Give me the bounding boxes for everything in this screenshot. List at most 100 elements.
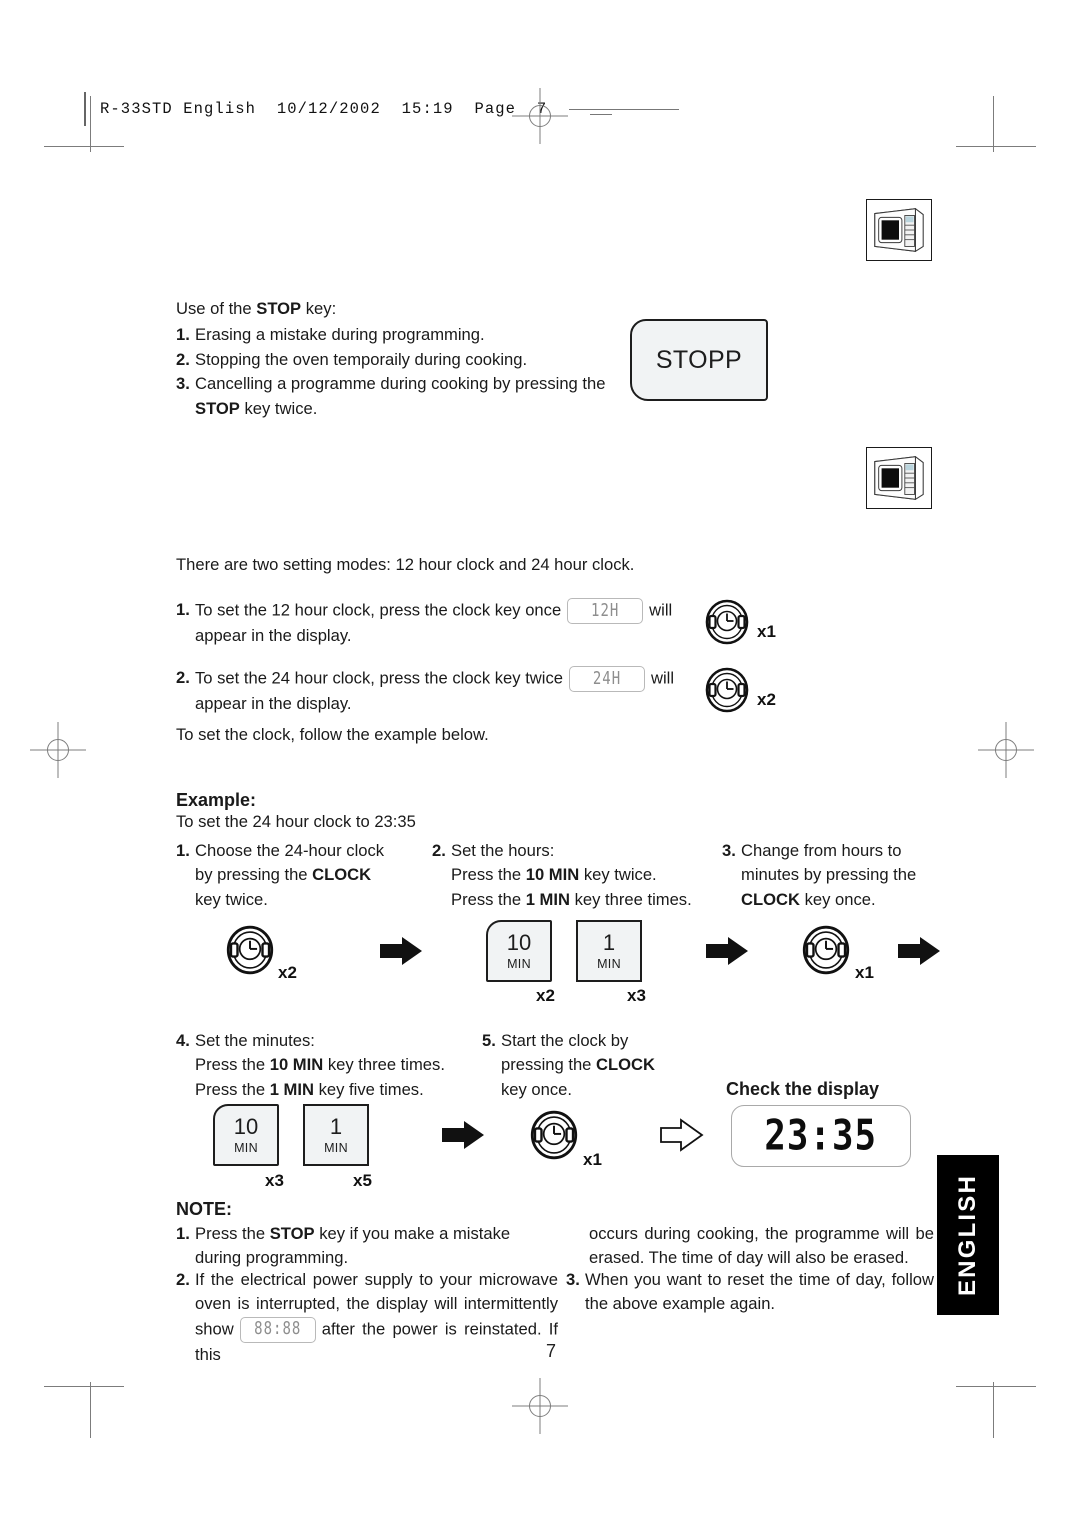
clock-intro-text: There are two setting modes: 12 hour clo… [176,555,635,574]
microwave-icon-graphic-2 [874,456,924,500]
stop-intro-post: key: [301,299,337,318]
print-header: R-33STD English 10/12/2002 15:19 Page 7 [84,92,680,126]
step-2-line3-bold: 1 MIN [525,889,570,909]
arrow-right-icon-4 [442,1119,486,1151]
clock-item-1-pre: To set the 12 hour clock, press the cloc… [195,600,562,620]
example-clock-step3-count: x1 [855,963,874,982]
header-line-left [569,108,680,110]
registration-mark-right [978,722,1034,778]
check-display-title: Check the display [726,1079,880,1099]
stop-item-2-text: Stopping the oven temporaily during cook… [195,349,528,369]
example-step-5: 5. Start the clock by pressing the CLOCK… [482,1029,702,1102]
example-step-3: 3. Change from hours to minutes by press… [722,839,952,912]
step-4-line2-bold: 10 MIN [269,1055,324,1075]
clock-mode-item-1: 1. To set the 12 hour clock, press the c… [176,598,696,648]
lcd-display-result: 23:35 [731,1105,911,1167]
note-item-2: 2. If the electrical power supply to you… [176,1268,558,1367]
example-clock-step5-count: x1 [583,1150,602,1169]
stop-item-3-text: Cancelling a programme during cooking by… [195,372,606,421]
key-10min-label-2: 10 [233,1113,259,1139]
clock-key-graphic-5 [530,1110,578,1160]
lcd-display-8888: 88:88 [239,1316,316,1343]
example-clock-key-step1[interactable] [225,925,275,975]
language-tab-label: ENGLISH [954,1173,982,1297]
step-3-line1: Change from hours to [741,841,902,860]
key-1min-step2-count: x3 [627,986,646,1005]
stop-intro-pre: Use of the [176,299,257,318]
key-10min-step4[interactable]: 10 MIN [213,1104,279,1166]
key-1min-label: 1 [602,929,616,955]
note-1-bold: STOP [269,1224,315,1243]
clock-item-2-post: will [651,668,675,688]
note-title: NOTE: [176,1199,232,1219]
key-10min-step2-count: x2 [536,986,555,1005]
step-1-line2-bold: CLOCK [312,865,372,885]
step-2-line3-pre: Press the [451,889,526,909]
clock-item-1-line2: appear in the display. [195,626,352,645]
lcd-8888-value: 88:88 [254,1319,302,1340]
stop-key-button[interactable]: STOPP [630,319,768,401]
step-3-line3-bold: CLOCK [741,889,800,909]
clock-key-1-count: x1 [757,622,776,641]
key-1min-step2[interactable]: 1 MIN [576,920,642,982]
clock-key-graphic-4 [802,925,850,975]
stop-intro-bold: STOP [256,299,302,318]
stop-list-item-2: 2. Stopping the oven temporaily during c… [176,348,606,372]
arrow-right-hollow-icon [660,1118,704,1152]
stop-item-3-bold: STOP [195,398,240,418]
crop-mark-top-right [956,146,1036,147]
lcd-display-24h: 24H [569,666,645,692]
example-clock-key-step5[interactable] [529,1110,579,1160]
key-10min-step2[interactable]: 10 MIN [486,920,552,982]
key-10min-unit: MIN [507,956,531,971]
stop-item-1-marker: 1. [176,325,190,345]
clock-item-1-marker: 1. [176,600,190,619]
step-3-marker: 3. [722,841,736,860]
clock-key-graphic [705,599,749,645]
arrow-right-icon-1 [380,935,424,967]
step-5-line3: key once. [501,1079,573,1099]
step-5-line2-pre: pressing the [501,1055,597,1075]
note-3-text: When you want to reset the time of day, … [585,1270,934,1314]
crop-mark-top-left-v [90,96,91,152]
clock-key-2-count: x2 [757,690,776,709]
stop-item-1-text: Erasing a mistake during programming. [195,325,485,345]
crop-mark-bottom-left-v [90,1382,91,1438]
clock-follow-text: To set the clock, follow the example bel… [176,725,489,744]
key-1min-label-2: 1 [329,1113,343,1139]
step-2-line3-post: key three times. [569,889,692,909]
lcd-display-12h: 12H [567,598,644,624]
clock-key-icon-2[interactable] [704,667,750,713]
stop-item-3-post: key twice. [239,398,318,418]
example-clock-key-step3[interactable] [801,925,851,975]
registration-mark-bottom [512,1378,568,1434]
key-1min-step4-count: x5 [353,1171,372,1190]
step-4-line3-post: key five times. [313,1079,424,1099]
lcd-result-value: 23:35 [764,1111,878,1161]
stop-key-label: STOPP [655,345,743,374]
step-1-line2: by pressing the CLOCK [195,863,426,887]
step-2-line2-pre: Press the [451,865,526,885]
stop-intro: Use of the STOP key: [176,297,606,321]
arrow-right-icon-2 [706,935,750,967]
clock-item-2-pre: To set the 24 hour clock, press the cloc… [195,668,563,688]
registration-mark-top [512,88,568,144]
key-10min-label: 10 [506,929,532,955]
step-2-marker: 2. [432,841,446,860]
key-1min-step4[interactable]: 1 MIN [303,1104,369,1166]
step-2-line3: Press the 1 MIN key three times. [451,888,722,912]
key-1min-unit: MIN [597,956,621,971]
step-3-line2: minutes by pressing the [741,865,917,885]
step-3-line3-post: key once. [800,889,876,909]
note-3-marker: 3. [566,1270,580,1289]
lcd-12h-value: 12H [591,600,620,621]
key-1min-unit-2: MIN [324,1140,348,1155]
crop-mark-top-left [44,146,124,147]
note-item-1: 1. Press the STOP key if you make a mist… [176,1222,558,1271]
note-1-pre: Press the [195,1224,270,1243]
step-4-line3: Press the 1 MIN key five times. [195,1078,476,1102]
clock-key-icon-1[interactable] [704,599,750,645]
step-4-line3-bold: 1 MIN [269,1079,314,1099]
example-step-1: 1. Choose the 24-hour clock by pressing … [176,839,426,912]
note-item-3: 3. When you want to reset the time of da… [566,1268,934,1317]
